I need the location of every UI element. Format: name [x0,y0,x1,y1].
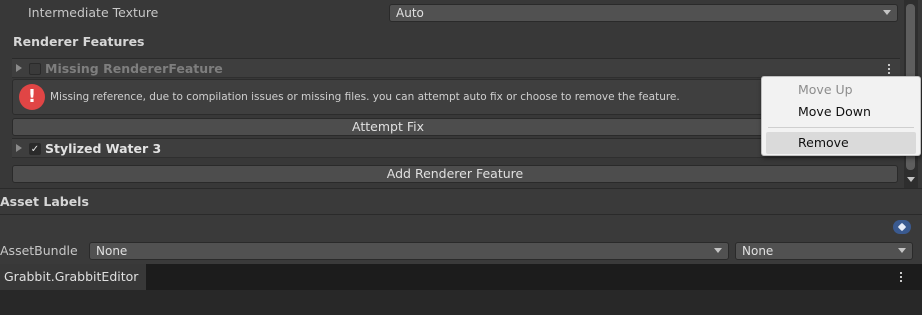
error-message: Missing reference, due to compilation is… [50,91,680,103]
assetbundle-variant-dropdown[interactable]: None [735,242,913,260]
chevron-down-icon [898,248,906,253]
menu-item-move-down[interactable]: Move Down [762,101,920,123]
intermediate-texture-value: Auto [396,6,424,20]
chevron-down-icon [714,248,722,253]
add-renderer-feature-button[interactable]: Add Renderer Feature [12,165,898,183]
menu-item-remove[interactable]: Remove [766,132,916,154]
assetbundle-dropdown[interactable]: None [89,242,729,260]
kebab-menu-icon[interactable] [900,272,903,284]
renderer-features-header: Renderer Features [13,34,145,49]
divider [0,214,922,215]
intermediate-texture-label: Intermediate Texture [28,5,159,20]
tag-icon[interactable] [893,220,911,234]
error-icon: ! [19,84,45,110]
assetbundle-label: AssetBundle [0,243,78,258]
menu-item-move-up[interactable]: Move Up [762,79,920,101]
asset-labels-panel: Asset Labels AssetBundle None None [0,188,922,264]
bottom-bar: Grabbit.GrabbitEditor [0,264,922,315]
stylized-water-title: Stylized Water 3 [45,141,162,156]
missing-feature-checkbox[interactable] [29,63,41,75]
stylized-water-checkbox[interactable]: ✓ [29,143,41,155]
missing-feature-header[interactable]: Missing RendererFeature [12,58,900,78]
tab-grabbit-editor[interactable]: Grabbit.GrabbitEditor [0,264,146,290]
tab-strip [146,264,922,290]
missing-feature-title: Missing RendererFeature [45,61,223,76]
assetbundle-variant-value: None [742,244,774,258]
attempt-fix-button[interactable]: Attempt Fix [12,118,764,136]
intermediate-texture-dropdown[interactable]: Auto [389,4,898,22]
error-helpbox: ! Missing reference, due to compilation … [12,79,764,115]
assetbundle-value: None [96,244,128,258]
kebab-menu-icon[interactable] [888,64,891,76]
bottom-panel [0,290,922,315]
asset-labels-header: Asset Labels [0,194,89,209]
chevron-down-icon [883,10,891,15]
menu-separator [768,127,914,128]
scroll-down-arrow-icon[interactable] [907,177,915,182]
foldout-arrow-icon[interactable] [16,144,22,152]
foldout-arrow-icon[interactable] [16,64,22,72]
context-menu: Move Up Move Down Remove [761,76,921,156]
